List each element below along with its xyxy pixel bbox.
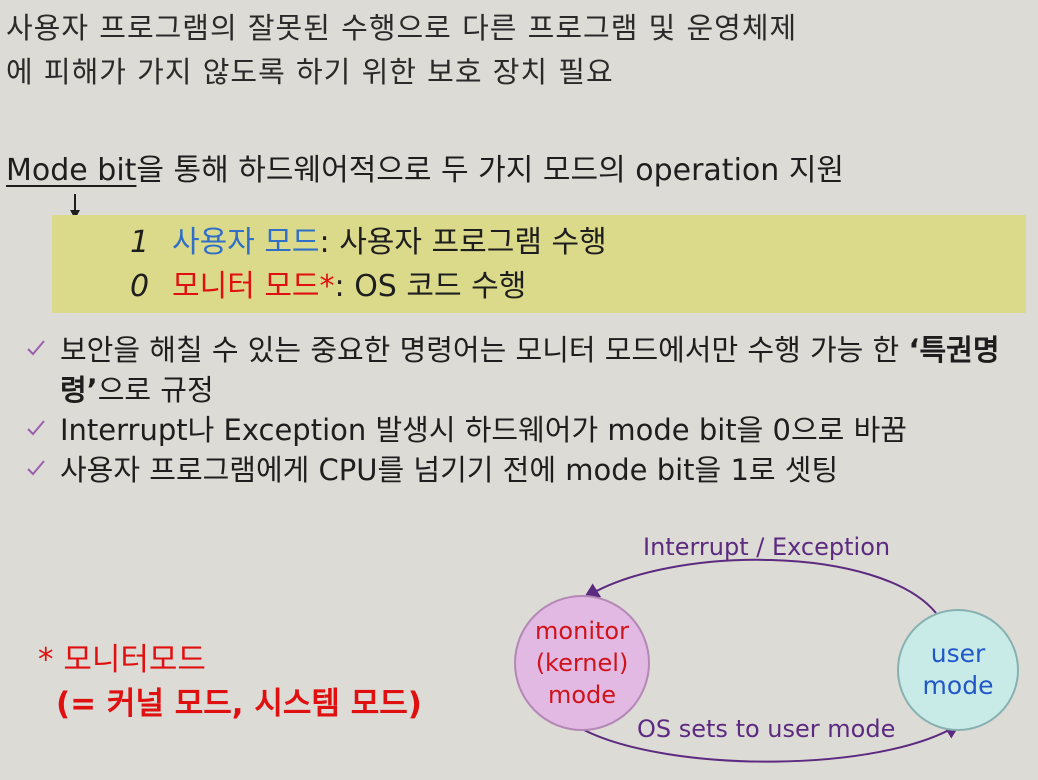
bullet-text-end: 으로 규정 bbox=[97, 373, 214, 407]
footnote-line-1: * 모니터모드 bbox=[38, 642, 206, 678]
node-line: monitor bbox=[535, 617, 629, 645]
mode-row-monitor: 0 모니터 모드*: OS 코드 수행 bbox=[130, 267, 526, 307]
node-line: (kernel) bbox=[535, 649, 629, 677]
mode-description: : 사용자 프로그램 수행 bbox=[319, 225, 607, 260]
mode-bit-value: 1 bbox=[130, 225, 150, 260]
arrow-user-to-monitor bbox=[583, 558, 937, 614]
bullet-text: 사용자 프로그램에게 CPU를 넘기기 전에 mode bit을 1로 셋팅 bbox=[60, 453, 839, 487]
mode-bit-description: 을 통해 하드웨어적으로 두 가지 모드의 operation 지원 bbox=[136, 153, 845, 188]
edge-label-os-sets-user: OS sets to user mode bbox=[637, 715, 896, 743]
mode-highlight-box: 1 사용자 모드: 사용자 프로그램 수행 0 모니터 모드*: OS 코드 수행 bbox=[52, 215, 1026, 313]
mode-transition-diagram: Interrupt / Exception monitor (kernel) m… bbox=[500, 525, 1038, 780]
bullet-text: Interrupt나 Exception 발생시 하드웨어가 mode bit을… bbox=[60, 413, 907, 447]
mode-description: : OS 코드 수행 bbox=[334, 269, 527, 304]
monitor-mode-label: 모니터 모드* bbox=[172, 269, 335, 304]
node-line: mode bbox=[547, 681, 617, 709]
node-line: mode bbox=[922, 671, 994, 700]
check-icon bbox=[27, 420, 45, 436]
mode-bit-line: Mode bit을 통해 하드웨어적으로 두 가지 모드의 operation … bbox=[6, 150, 844, 192]
list-item: 보안을 해칠 수 있는 중요한 명령어는 모니터 모드에서만 수행 가능 한 ‘… bbox=[20, 330, 1030, 410]
mode-bit-term: Mode bit bbox=[6, 153, 137, 188]
slide: 사용자 프로그램의 잘못된 수행으로 다른 프로그램 및 운영체제 에 피해가 … bbox=[0, 0, 1038, 780]
monitor-mode-footnote: * 모니터모드 (= 커널 모드, 시스템 모드) bbox=[38, 638, 422, 726]
user-mode-label: 사용자 모드 bbox=[172, 225, 320, 260]
check-icon bbox=[27, 340, 45, 356]
footnote-line-2: (= 커널 모드, 시스템 모드) bbox=[56, 686, 422, 722]
monitor-mode-node: monitor (kernel) mode bbox=[514, 595, 650, 731]
intro-line-2: 에 피해가 가지 않도록 하기 위한 보호 장치 필요 bbox=[6, 55, 614, 89]
edge-label-interrupt: Interrupt / Exception bbox=[643, 533, 891, 561]
intro-text: 사용자 프로그램의 잘못된 수행으로 다른 프로그램 및 운영체제 에 피해가 … bbox=[6, 6, 1026, 94]
intro-line-1: 사용자 프로그램의 잘못된 수행으로 다른 프로그램 및 운영체제 bbox=[6, 11, 798, 45]
bullet-text: 보안을 해칠 수 있는 중요한 명령어는 모니터 모드에서만 수행 가능 한 bbox=[60, 333, 909, 367]
mode-bit-value: 0 bbox=[130, 269, 150, 304]
mode-row-user: 1 사용자 모드: 사용자 프로그램 수행 bbox=[130, 223, 607, 263]
check-icon bbox=[27, 460, 45, 476]
list-item: Interrupt나 Exception 발생시 하드웨어가 mode bit을… bbox=[20, 410, 1030, 450]
user-mode-node: user mode bbox=[897, 609, 1019, 731]
list-item: 사용자 프로그램에게 CPU를 넘기기 전에 mode bit을 1로 셋팅 bbox=[20, 450, 1030, 490]
node-line: user bbox=[930, 639, 986, 668]
bullet-list: 보안을 해칠 수 있는 중요한 명령어는 모니터 모드에서만 수행 가능 한 ‘… bbox=[20, 330, 1030, 490]
